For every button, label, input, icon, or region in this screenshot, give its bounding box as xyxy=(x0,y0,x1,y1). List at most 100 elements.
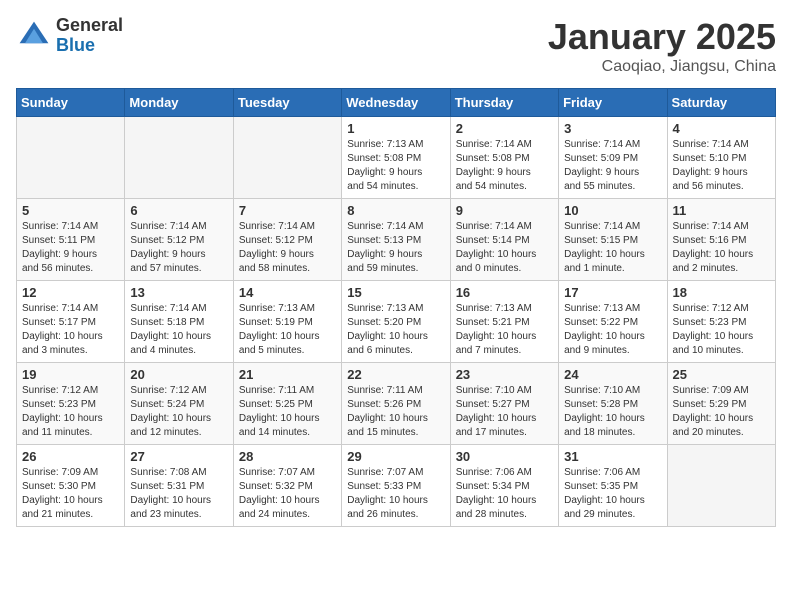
day-info: Sunrise: 7:14 AM Sunset: 5:09 PM Dayligh… xyxy=(564,138,661,194)
day-info: Sunrise: 7:10 AM Sunset: 5:27 PM Dayligh… xyxy=(456,384,553,440)
day-number: 29 xyxy=(347,449,444,464)
logo: General Blue xyxy=(16,16,123,56)
day-info: Sunrise: 7:13 AM Sunset: 5:08 PM Dayligh… xyxy=(347,138,444,194)
day-info: Sunrise: 7:14 AM Sunset: 5:11 PM Dayligh… xyxy=(22,220,119,276)
logo-icon xyxy=(16,18,52,54)
day-cell: 1 Sunrise: 7:13 AM Sunset: 5:08 PM Daylig… xyxy=(342,117,450,199)
day-number: 20 xyxy=(130,367,227,382)
day-number: 30 xyxy=(456,449,553,464)
day-number: 1 xyxy=(347,121,444,136)
day-cell: 25 Sunrise: 7:09 AM Sunset: 5:29 PM Dayli… xyxy=(667,363,775,445)
day-number: 11 xyxy=(673,203,770,218)
day-cell: 12 Sunrise: 7:14 AM Sunset: 5:17 PM Dayli… xyxy=(17,281,125,363)
day-cell: 11 Sunrise: 7:14 AM Sunset: 5:16 PM Dayli… xyxy=(667,199,775,281)
day-number: 6 xyxy=(130,203,227,218)
day-number: 2 xyxy=(456,121,553,136)
day-cell: 16 Sunrise: 7:13 AM Sunset: 5:21 PM Dayli… xyxy=(450,281,558,363)
day-number: 7 xyxy=(239,203,336,218)
weekday-header-tuesday: Tuesday xyxy=(233,89,341,117)
day-cell: 9 Sunrise: 7:14 AM Sunset: 5:14 PM Daylig… xyxy=(450,199,558,281)
weekday-header-wednesday: Wednesday xyxy=(342,89,450,117)
day-number: 28 xyxy=(239,449,336,464)
day-number: 14 xyxy=(239,285,336,300)
day-cell: 4Sunrise: 7:14 AM Sunset: 5:10 PM Daylig… xyxy=(667,117,775,199)
day-cell: 20 Sunrise: 7:12 AM Sunset: 5:24 PM Dayli… xyxy=(125,363,233,445)
day-number: 24 xyxy=(564,367,661,382)
day-cell: 24Sunrise: 7:10 AM Sunset: 5:28 PM Dayli… xyxy=(559,363,667,445)
day-cell: 6Sunrise: 7:14 AM Sunset: 5:12 PM Daylig… xyxy=(125,199,233,281)
day-info: Sunrise: 7:07 AM Sunset: 5:32 PM Dayligh… xyxy=(239,466,336,522)
day-cell: 28 Sunrise: 7:07 AM Sunset: 5:32 PM Dayli… xyxy=(233,445,341,527)
day-info: Sunrise: 7:14 AM Sunset: 5:15 PM Dayligh… xyxy=(564,220,661,276)
day-cell: 29 Sunrise: 7:07 AM Sunset: 5:33 PM Dayli… xyxy=(342,445,450,527)
week-row-5: 26 Sunrise: 7:09 AM Sunset: 5:30 PM Dayli… xyxy=(17,445,776,527)
day-info: Sunrise: 7:14 AM Sunset: 5:12 PM Dayligh… xyxy=(239,220,336,276)
weekday-header-row: SundayMondayTuesdayWednesdayThursdayFrid… xyxy=(17,89,776,117)
weekday-header-saturday: Saturday xyxy=(667,89,775,117)
day-info: Sunrise: 7:14 AM Sunset: 5:08 PM Dayligh… xyxy=(456,138,553,194)
week-row-3: 12 Sunrise: 7:14 AM Sunset: 5:17 PM Dayli… xyxy=(17,281,776,363)
day-cell: 21Sunrise: 7:11 AM Sunset: 5:25 PM Dayli… xyxy=(233,363,341,445)
day-number: 25 xyxy=(673,367,770,382)
week-row-2: 5 Sunrise: 7:14 AM Sunset: 5:11 PM Daylig… xyxy=(17,199,776,281)
day-info: Sunrise: 7:07 AM Sunset: 5:33 PM Dayligh… xyxy=(347,466,444,522)
page-header: General Blue January 2025 Caoqiao, Jiang… xyxy=(16,16,776,76)
day-cell: 31 Sunrise: 7:06 AM Sunset: 5:35 PM Dayli… xyxy=(559,445,667,527)
weekday-header-thursday: Thursday xyxy=(450,89,558,117)
day-number: 17 xyxy=(564,285,661,300)
day-cell: 27 Sunrise: 7:08 AM Sunset: 5:31 PM Dayli… xyxy=(125,445,233,527)
day-cell: 14 Sunrise: 7:13 AM Sunset: 5:19 PM Dayli… xyxy=(233,281,341,363)
day-cell: 18 Sunrise: 7:12 AM Sunset: 5:23 PM Dayli… xyxy=(667,281,775,363)
day-info: Sunrise: 7:13 AM Sunset: 5:20 PM Dayligh… xyxy=(347,302,444,358)
day-cell: 26 Sunrise: 7:09 AM Sunset: 5:30 PM Dayli… xyxy=(17,445,125,527)
day-number: 19 xyxy=(22,367,119,382)
day-info: Sunrise: 7:13 AM Sunset: 5:22 PM Dayligh… xyxy=(564,302,661,358)
weekday-header-monday: Monday xyxy=(125,89,233,117)
day-info: Sunrise: 7:12 AM Sunset: 5:23 PM Dayligh… xyxy=(22,384,119,440)
week-row-1: 1 Sunrise: 7:13 AM Sunset: 5:08 PM Daylig… xyxy=(17,117,776,199)
day-info: Sunrise: 7:12 AM Sunset: 5:23 PM Dayligh… xyxy=(673,302,770,358)
day-cell: 15 Sunrise: 7:13 AM Sunset: 5:20 PM Dayli… xyxy=(342,281,450,363)
day-number: 27 xyxy=(130,449,227,464)
logo-blue-text: Blue xyxy=(56,36,123,56)
day-info: Sunrise: 7:14 AM Sunset: 5:14 PM Dayligh… xyxy=(456,220,553,276)
day-info: Sunrise: 7:06 AM Sunset: 5:35 PM Dayligh… xyxy=(564,466,661,522)
title-block: January 2025 Caoqiao, Jiangsu, China xyxy=(548,16,776,76)
logo-general-text: General xyxy=(56,16,123,36)
day-number: 31 xyxy=(564,449,661,464)
day-cell: 8Sunrise: 7:14 AM Sunset: 5:13 PM Daylig… xyxy=(342,199,450,281)
day-cell xyxy=(233,117,341,199)
weekday-header-friday: Friday xyxy=(559,89,667,117)
day-cell xyxy=(125,117,233,199)
day-cell: 23Sunrise: 7:10 AM Sunset: 5:27 PM Dayli… xyxy=(450,363,558,445)
calendar-subtitle: Caoqiao, Jiangsu, China xyxy=(548,58,776,76)
day-number: 8 xyxy=(347,203,444,218)
calendar-title: January 2025 xyxy=(548,16,776,58)
day-number: 26 xyxy=(22,449,119,464)
day-info: Sunrise: 7:09 AM Sunset: 5:29 PM Dayligh… xyxy=(673,384,770,440)
day-number: 15 xyxy=(347,285,444,300)
day-cell: 3Sunrise: 7:14 AM Sunset: 5:09 PM Daylig… xyxy=(559,117,667,199)
day-info: Sunrise: 7:13 AM Sunset: 5:19 PM Dayligh… xyxy=(239,302,336,358)
day-info: Sunrise: 7:06 AM Sunset: 5:34 PM Dayligh… xyxy=(456,466,553,522)
day-cell: 13Sunrise: 7:14 AM Sunset: 5:18 PM Dayli… xyxy=(125,281,233,363)
weekday-header-sunday: Sunday xyxy=(17,89,125,117)
day-info: Sunrise: 7:11 AM Sunset: 5:25 PM Dayligh… xyxy=(239,384,336,440)
day-number: 5 xyxy=(22,203,119,218)
day-cell: 19 Sunrise: 7:12 AM Sunset: 5:23 PM Dayli… xyxy=(17,363,125,445)
day-info: Sunrise: 7:14 AM Sunset: 5:17 PM Dayligh… xyxy=(22,302,119,358)
day-number: 12 xyxy=(22,285,119,300)
day-info: Sunrise: 7:14 AM Sunset: 5:10 PM Dayligh… xyxy=(673,138,770,194)
day-info: Sunrise: 7:09 AM Sunset: 5:30 PM Dayligh… xyxy=(22,466,119,522)
day-number: 9 xyxy=(456,203,553,218)
day-number: 10 xyxy=(564,203,661,218)
day-info: Sunrise: 7:13 AM Sunset: 5:21 PM Dayligh… xyxy=(456,302,553,358)
day-info: Sunrise: 7:12 AM Sunset: 5:24 PM Dayligh… xyxy=(130,384,227,440)
day-cell: 30 Sunrise: 7:06 AM Sunset: 5:34 PM Dayli… xyxy=(450,445,558,527)
day-info: Sunrise: 7:14 AM Sunset: 5:16 PM Dayligh… xyxy=(673,220,770,276)
logo-text: General Blue xyxy=(56,16,123,56)
day-number: 18 xyxy=(673,285,770,300)
day-number: 16 xyxy=(456,285,553,300)
day-cell xyxy=(667,445,775,527)
day-info: Sunrise: 7:08 AM Sunset: 5:31 PM Dayligh… xyxy=(130,466,227,522)
